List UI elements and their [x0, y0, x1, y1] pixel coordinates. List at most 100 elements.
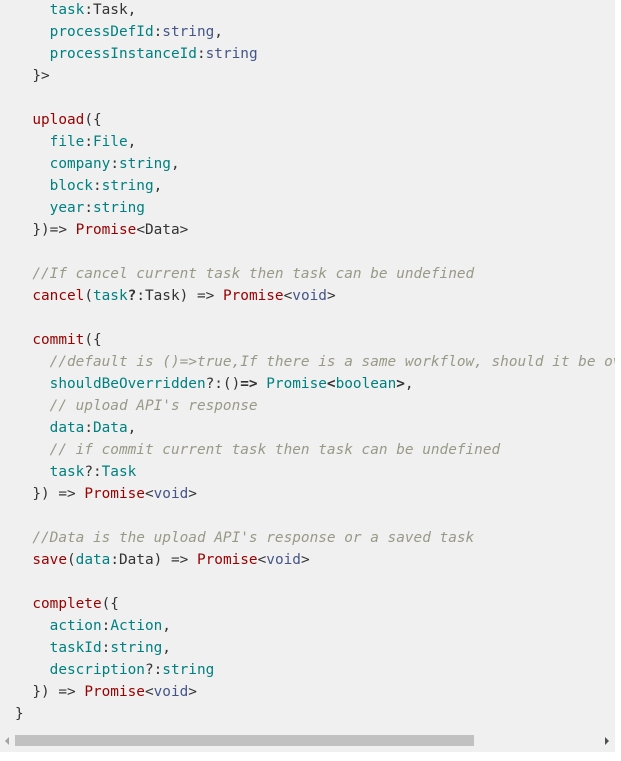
code-line: taskId:string,: [15, 637, 615, 659]
scroll-left-arrow-icon[interactable]: [5, 737, 9, 745]
code-token: year: [49, 200, 85, 216]
code-line: year:string: [15, 197, 615, 219]
code-token: ?:: [144, 662, 163, 678]
code-token: upload: [32, 112, 85, 128]
code-line: //default is ()=>true,If there is a same…: [15, 351, 615, 373]
code-token: ({: [84, 332, 102, 348]
code-line: save(data:Data) => Promise<void>: [15, 549, 615, 571]
code-token: string: [110, 640, 163, 656]
code-token: :Data) =>: [110, 552, 197, 568]
code-token: ,: [127, 420, 137, 436]
code-token: ?:(): [205, 376, 241, 392]
code-token: })=>: [15, 222, 76, 238]
code-line: processInstanceId:string: [15, 43, 615, 65]
code-token: }>: [15, 68, 50, 84]
code-token: <: [283, 288, 293, 304]
code-comment: // upload API's response: [49, 398, 258, 414]
code-token: =>: [240, 376, 258, 392]
code-token: :: [110, 156, 119, 172]
code-token: ,: [214, 24, 223, 40]
code-token: :: [101, 618, 111, 634]
code-token: :: [84, 200, 93, 216]
code-comment: // if commit current task then task can …: [49, 442, 501, 458]
code-token: file: [49, 134, 85, 150]
code-token: processInstanceId: [49, 46, 197, 62]
code-token: <Data>: [136, 222, 189, 238]
code-comment: //If cancel current task then task can b…: [32, 266, 475, 282]
code-token: void: [153, 684, 189, 700]
code-line: }>: [15, 65, 615, 87]
code-token: ({: [84, 112, 102, 128]
code-token: (: [66, 552, 76, 568]
code-token: string: [118, 156, 171, 172]
horizontal-scrollbar[interactable]: [0, 731, 615, 750]
code-token: }) =>: [15, 684, 85, 700]
code-token: >: [188, 684, 197, 700]
code-token: Promise: [222, 288, 284, 304]
code-token: :: [92, 178, 102, 194]
code-token: description: [49, 662, 145, 678]
code-line: file:File,: [15, 131, 615, 153]
code-line: description?:string: [15, 659, 615, 681]
code-line: cancel(task?:Task) => Promise<void>: [15, 285, 615, 307]
code-token: ,: [404, 376, 414, 392]
code-token: Task: [92, 2, 128, 18]
code-token: data: [49, 420, 85, 436]
code-token: string: [162, 24, 215, 40]
code-token: shouldBeOverridden: [49, 376, 206, 392]
code-line: complete({: [15, 593, 615, 615]
code-token: :: [84, 134, 93, 150]
code-token: processDefId: [49, 24, 154, 40]
code-line: }) => Promise<void>: [15, 483, 615, 505]
code-line: task?:Task: [15, 461, 615, 483]
code-token: complete: [32, 596, 102, 612]
code-token: ,: [127, 2, 137, 18]
code-comment: //Data is the upload API's response or a…: [32, 530, 475, 546]
code-line: data:Data,: [15, 417, 615, 439]
code-token: string: [92, 200, 145, 216]
code-token: ?: [127, 288, 137, 304]
code-token: }: [15, 706, 24, 722]
code-token: Promise: [266, 376, 327, 392]
code-token: File: [92, 134, 128, 150]
code-token: ,: [127, 134, 137, 150]
code-token: <: [144, 486, 154, 502]
scrollbar-thumb[interactable]: [15, 735, 474, 746]
code-token: :: [196, 46, 206, 62]
scroll-right-arrow-icon[interactable]: [605, 737, 609, 745]
code-line: task:Task,: [15, 0, 615, 21]
code-line: })=> Promise<Data>: [15, 219, 615, 241]
code-token: ?:: [84, 464, 102, 480]
code-token: <: [144, 684, 154, 700]
code-comment: //default is ()=>true,If there is a same…: [49, 354, 615, 370]
code-token: :: [84, 2, 93, 18]
code-token: string: [205, 46, 258, 62]
code-token: Promise: [84, 486, 145, 502]
code-token: void: [153, 486, 189, 502]
code-token: ,: [162, 618, 171, 634]
code-line: company:string,: [15, 153, 615, 175]
code-token: ,: [153, 178, 163, 194]
code-token: Promise: [84, 684, 145, 700]
code-line: }) => Promise<void>: [15, 681, 615, 703]
code-line: //Data is the upload API's response or a…: [15, 527, 615, 549]
code-token: void: [292, 288, 327, 304]
